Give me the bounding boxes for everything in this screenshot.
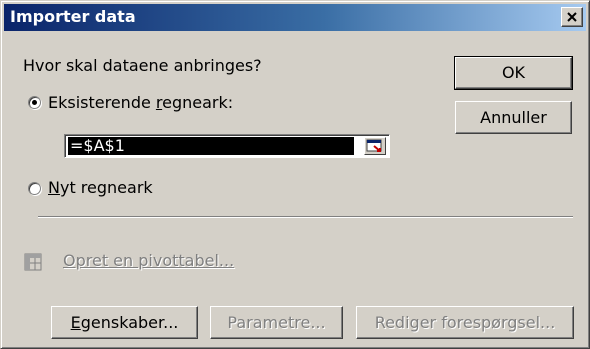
edit-query-button-label: Rediger forespørgsel... (374, 313, 556, 332)
ok-button[interactable]: OK (454, 56, 573, 90)
range-reference-value[interactable]: =$A$1 (68, 137, 354, 155)
range-reference-field[interactable]: =$A$1 (64, 134, 390, 158)
new-worksheet-label[interactable]: Nyt regneark (48, 178, 153, 197)
collapse-dialog-icon (366, 139, 382, 152)
collapse-dialog-button[interactable] (364, 137, 386, 155)
ok-button-label: OK (501, 63, 526, 82)
dialog-title: Importer data (10, 7, 136, 26)
close-button[interactable] (561, 7, 583, 27)
separator-line (38, 216, 573, 218)
parameters-button-label: Parametre... (227, 313, 326, 332)
properties-mnemonic: E (70, 313, 81, 332)
pivot-table-icon (24, 253, 42, 271)
new-label-suffix: yt regneark (59, 178, 153, 197)
properties-button-label: genskaber... (80, 313, 179, 332)
radio-selected-dot (32, 100, 37, 105)
parameters-button[interactable]: Parametre... (210, 306, 343, 339)
cancel-button-label: Annuller (480, 108, 547, 127)
existing-label-suffix: egneark: (162, 93, 234, 112)
create-pivot-table-link[interactable]: Opret en pivottabel... (63, 251, 234, 270)
existing-worksheet-label[interactable]: Eksisterende regneark: (48, 93, 233, 112)
existing-label-prefix: Eksisterende (48, 93, 156, 112)
question-label: Hvor skal dataene anbringes? (23, 56, 262, 75)
existing-worksheet-radio[interactable] (28, 96, 41, 109)
cancel-button[interactable]: Annuller (455, 101, 572, 134)
new-label-mnemonic: N (48, 178, 60, 197)
properties-button[interactable]: Egenskaber... (51, 306, 198, 339)
edit-query-button[interactable]: Rediger forespørgsel... (356, 306, 574, 339)
new-worksheet-radio[interactable] (28, 182, 41, 195)
close-icon (567, 12, 577, 22)
import-data-dialog: Importer data Hvor skal dataene anbringe… (0, 0, 590, 349)
title-bar[interactable]: Importer data (4, 4, 586, 31)
